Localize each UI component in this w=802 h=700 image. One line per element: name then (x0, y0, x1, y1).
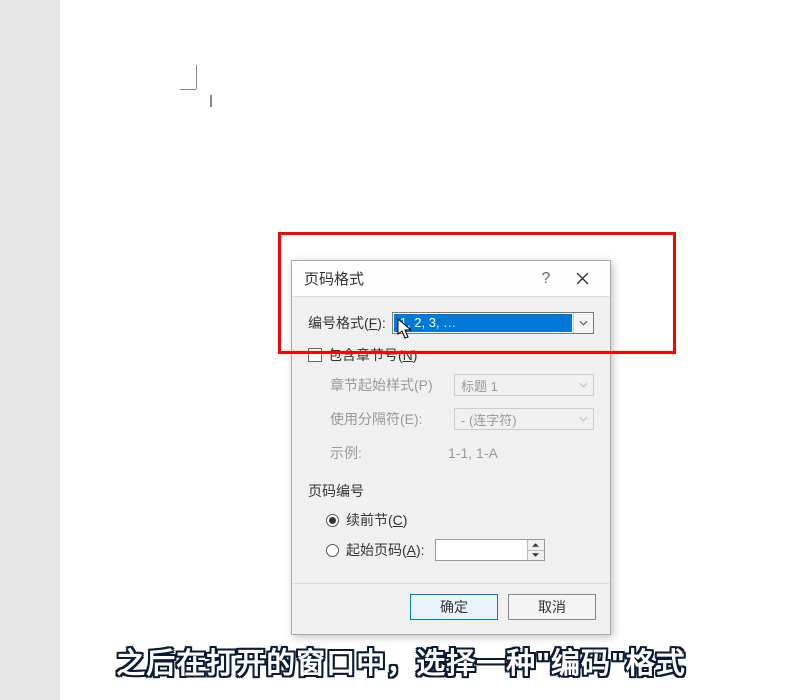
dialog-body: 编号格式(F): 1, 2, 3, … 包含章节号(N) 章节起始样式(P) 标… (292, 297, 610, 577)
chapter-start-label: 章节起始样式(P) (330, 375, 448, 395)
chapter-start-row: 章节起始样式(P) 标题 1 (308, 373, 594, 397)
separator-value: - (连字符) (461, 410, 517, 429)
help-button[interactable]: ? (532, 270, 560, 288)
separator-label: 使用分隔符(E): (330, 409, 448, 429)
spinner-down-button[interactable] (528, 551, 544, 561)
ok-button[interactable]: 确定 (410, 594, 498, 620)
cancel-button[interactable]: 取消 (508, 594, 596, 620)
example-row: 示例: 1-1, 1-A (308, 441, 594, 465)
number-format-value: 1, 2, 3, … (394, 314, 572, 332)
include-chapter-row[interactable]: 包含章节号(N) (308, 345, 594, 365)
include-chapter-label: 包含章节号(N) (328, 345, 417, 365)
continue-label: 续前节(C) (346, 510, 407, 530)
video-subtitle: 之后在打开的窗口中，选择一种"编码"格式 (0, 640, 802, 682)
separator-dropdown: - (连字符) (454, 408, 594, 430)
continue-radio[interactable] (326, 514, 339, 527)
continue-radio-row[interactable]: 续前节(C) (308, 509, 594, 531)
paragraph-mark (180, 65, 215, 105)
include-chapter-checkbox[interactable] (308, 348, 322, 362)
number-format-row: 编号格式(F): 1, 2, 3, … (308, 311, 594, 335)
dialog-title: 页码格式 (304, 268, 532, 289)
page-numbering-title: 页码编号 (308, 481, 594, 501)
close-button[interactable] (560, 263, 604, 295)
start-at-radio[interactable] (326, 544, 339, 557)
number-format-dropdown[interactable]: 1, 2, 3, … (392, 312, 594, 334)
page-numbering-fieldset: 页码编号 续前节(C) 起始页码(A): (308, 475, 594, 577)
chevron-down-icon (575, 377, 591, 393)
spinner-up-button[interactable] (528, 540, 544, 551)
start-at-radio-row[interactable]: 起始页码(A): (308, 539, 594, 561)
close-icon (576, 272, 589, 285)
start-at-spinner[interactable] (435, 539, 545, 561)
dialog-footer: 确定 取消 (292, 583, 610, 634)
start-at-label: 起始页码(A): (346, 540, 425, 560)
example-label: 示例: (330, 443, 448, 463)
chevron-down-icon (575, 411, 591, 427)
example-value: 1-1, 1-A (448, 445, 566, 461)
dialog-titlebar: 页码格式 ? (292, 261, 610, 297)
chapter-start-dropdown: 标题 1 (454, 374, 594, 396)
number-format-label: 编号格式(F): (308, 313, 386, 333)
chapter-start-value: 标题 1 (461, 376, 498, 395)
chevron-down-icon (573, 313, 593, 333)
spinner-buttons (527, 540, 544, 560)
page-number-format-dialog: 页码格式 ? 编号格式(F): 1, 2, 3, … 包含章节号(N) (291, 260, 611, 635)
separator-row: 使用分隔符(E): - (连字符) (308, 407, 594, 431)
